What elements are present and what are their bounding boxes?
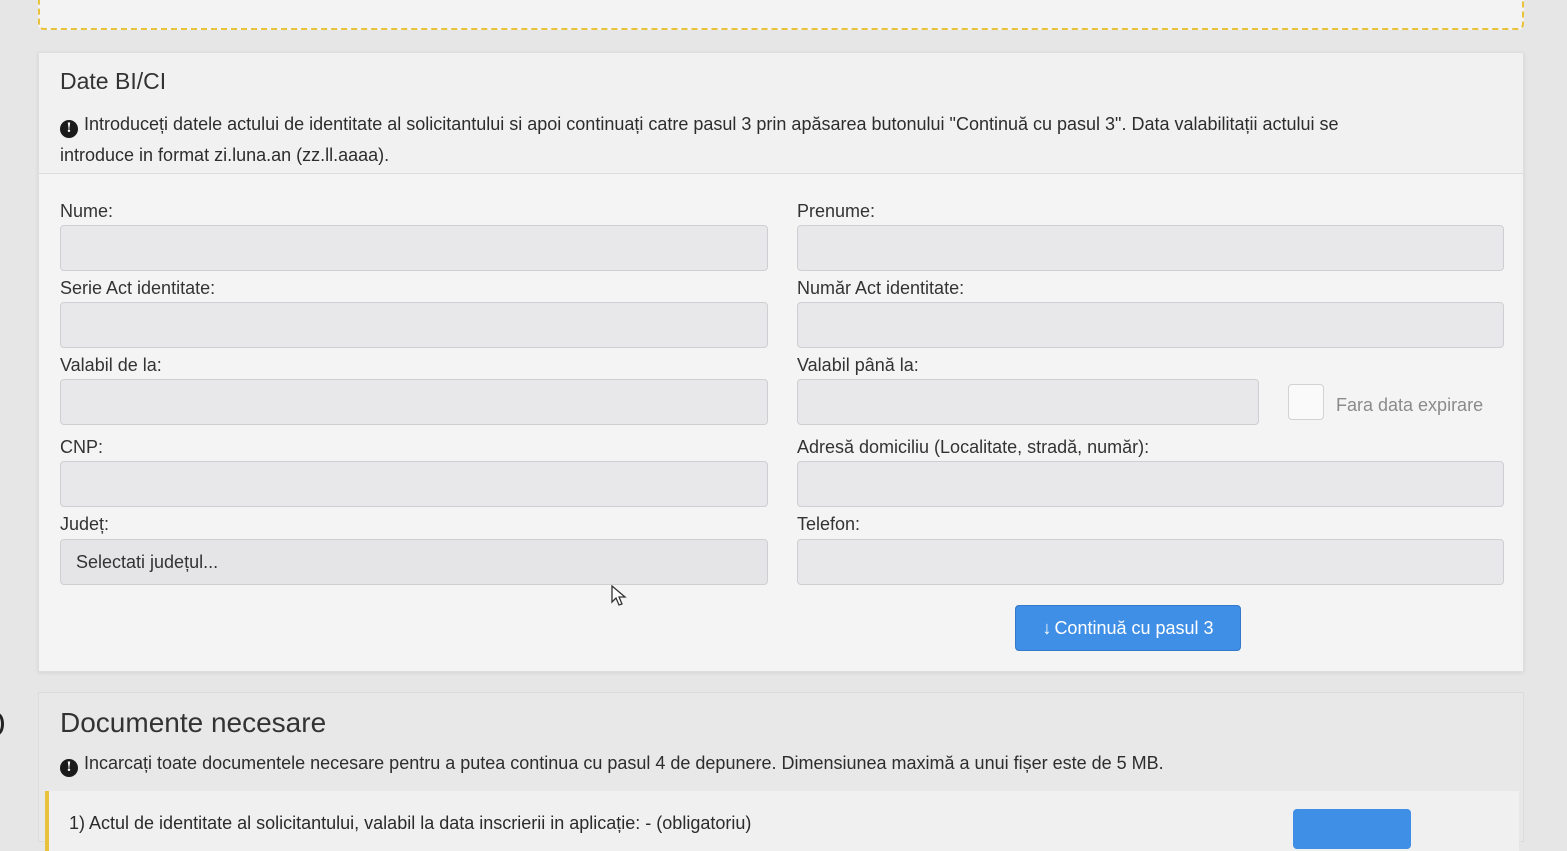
judet-select[interactable]: Selectati județul... bbox=[60, 539, 768, 585]
judet-label: Județ: bbox=[60, 514, 110, 534]
adresa-label: Adresă domiciliu (Localitate, stradă, nu… bbox=[797, 437, 1150, 457]
cnp-input[interactable] bbox=[60, 461, 768, 507]
telefon-input[interactable] bbox=[797, 539, 1504, 585]
card-header: Date BI/CI ! Introduceți datele actului d… bbox=[39, 53, 1523, 174]
section-title: Date BI/CI bbox=[60, 68, 167, 94]
nume-label: Nume: bbox=[60, 201, 114, 221]
info-text: ! Introduceți datele actului de identitat… bbox=[60, 109, 1500, 171]
prenume-label: Prenume: bbox=[797, 201, 876, 221]
no-expiry-checkbox[interactable] bbox=[1288, 384, 1324, 420]
nume-input[interactable] bbox=[60, 225, 768, 271]
numar-label: Număr Act identitate: bbox=[797, 278, 965, 298]
valabil-pana-la-input[interactable] bbox=[797, 379, 1259, 425]
adresa-input[interactable] bbox=[797, 461, 1504, 507]
page-edge-icon bbox=[0, 713, 4, 735]
serie-label: Serie Act identitate: bbox=[60, 278, 216, 298]
documents-info: ! Incarcați toate documentele necesare pe… bbox=[60, 753, 1164, 777]
continue-button-label: Continuă cu pasul 3 bbox=[1054, 618, 1214, 638]
numar-input[interactable] bbox=[797, 302, 1504, 348]
continue-step-3-button[interactable]: ↓ Continuă cu pasul 3 bbox=[1015, 605, 1241, 651]
id-data-card: Date BI/CI ! Introduceți datele actului d… bbox=[38, 52, 1524, 672]
upload-button[interactable] bbox=[1293, 809, 1411, 849]
info-line-1: Introduceți datele actului de identitate… bbox=[84, 114, 1339, 134]
documents-card: Documente necesare ! Incarcați toate docu… bbox=[38, 692, 1524, 851]
info-icon: ! bbox=[60, 759, 78, 777]
info-line-2: introduce in format zi.luna.an (zz.ll.aa… bbox=[60, 145, 390, 165]
documents-title: Documente necesare bbox=[60, 707, 327, 738]
cnp-label: CNP: bbox=[60, 437, 104, 457]
previous-section-border bbox=[38, 0, 1524, 30]
document-row-label: 1) Actul de identitate al solicitantului… bbox=[69, 813, 752, 833]
no-expiry-label: Fara data expirare bbox=[1336, 395, 1484, 415]
mouse-cursor-icon bbox=[611, 585, 627, 606]
arrow-down-icon: ↓ bbox=[1042, 618, 1052, 638]
prenume-input[interactable] bbox=[797, 225, 1504, 271]
documents-info-text: Incarcați toate documentele necesare pen… bbox=[84, 753, 1164, 773]
serie-input[interactable] bbox=[60, 302, 768, 348]
valabil-de-la-label: Valabil de la: bbox=[60, 355, 162, 375]
document-row: 1) Actul de identitate al solicitantului… bbox=[45, 791, 1519, 851]
telefon-label: Telefon: bbox=[797, 514, 861, 534]
valabil-pana-la-label: Valabil până la: bbox=[797, 355, 919, 375]
valabil-de-la-input[interactable] bbox=[60, 379, 768, 425]
info-icon: ! bbox=[60, 120, 78, 138]
